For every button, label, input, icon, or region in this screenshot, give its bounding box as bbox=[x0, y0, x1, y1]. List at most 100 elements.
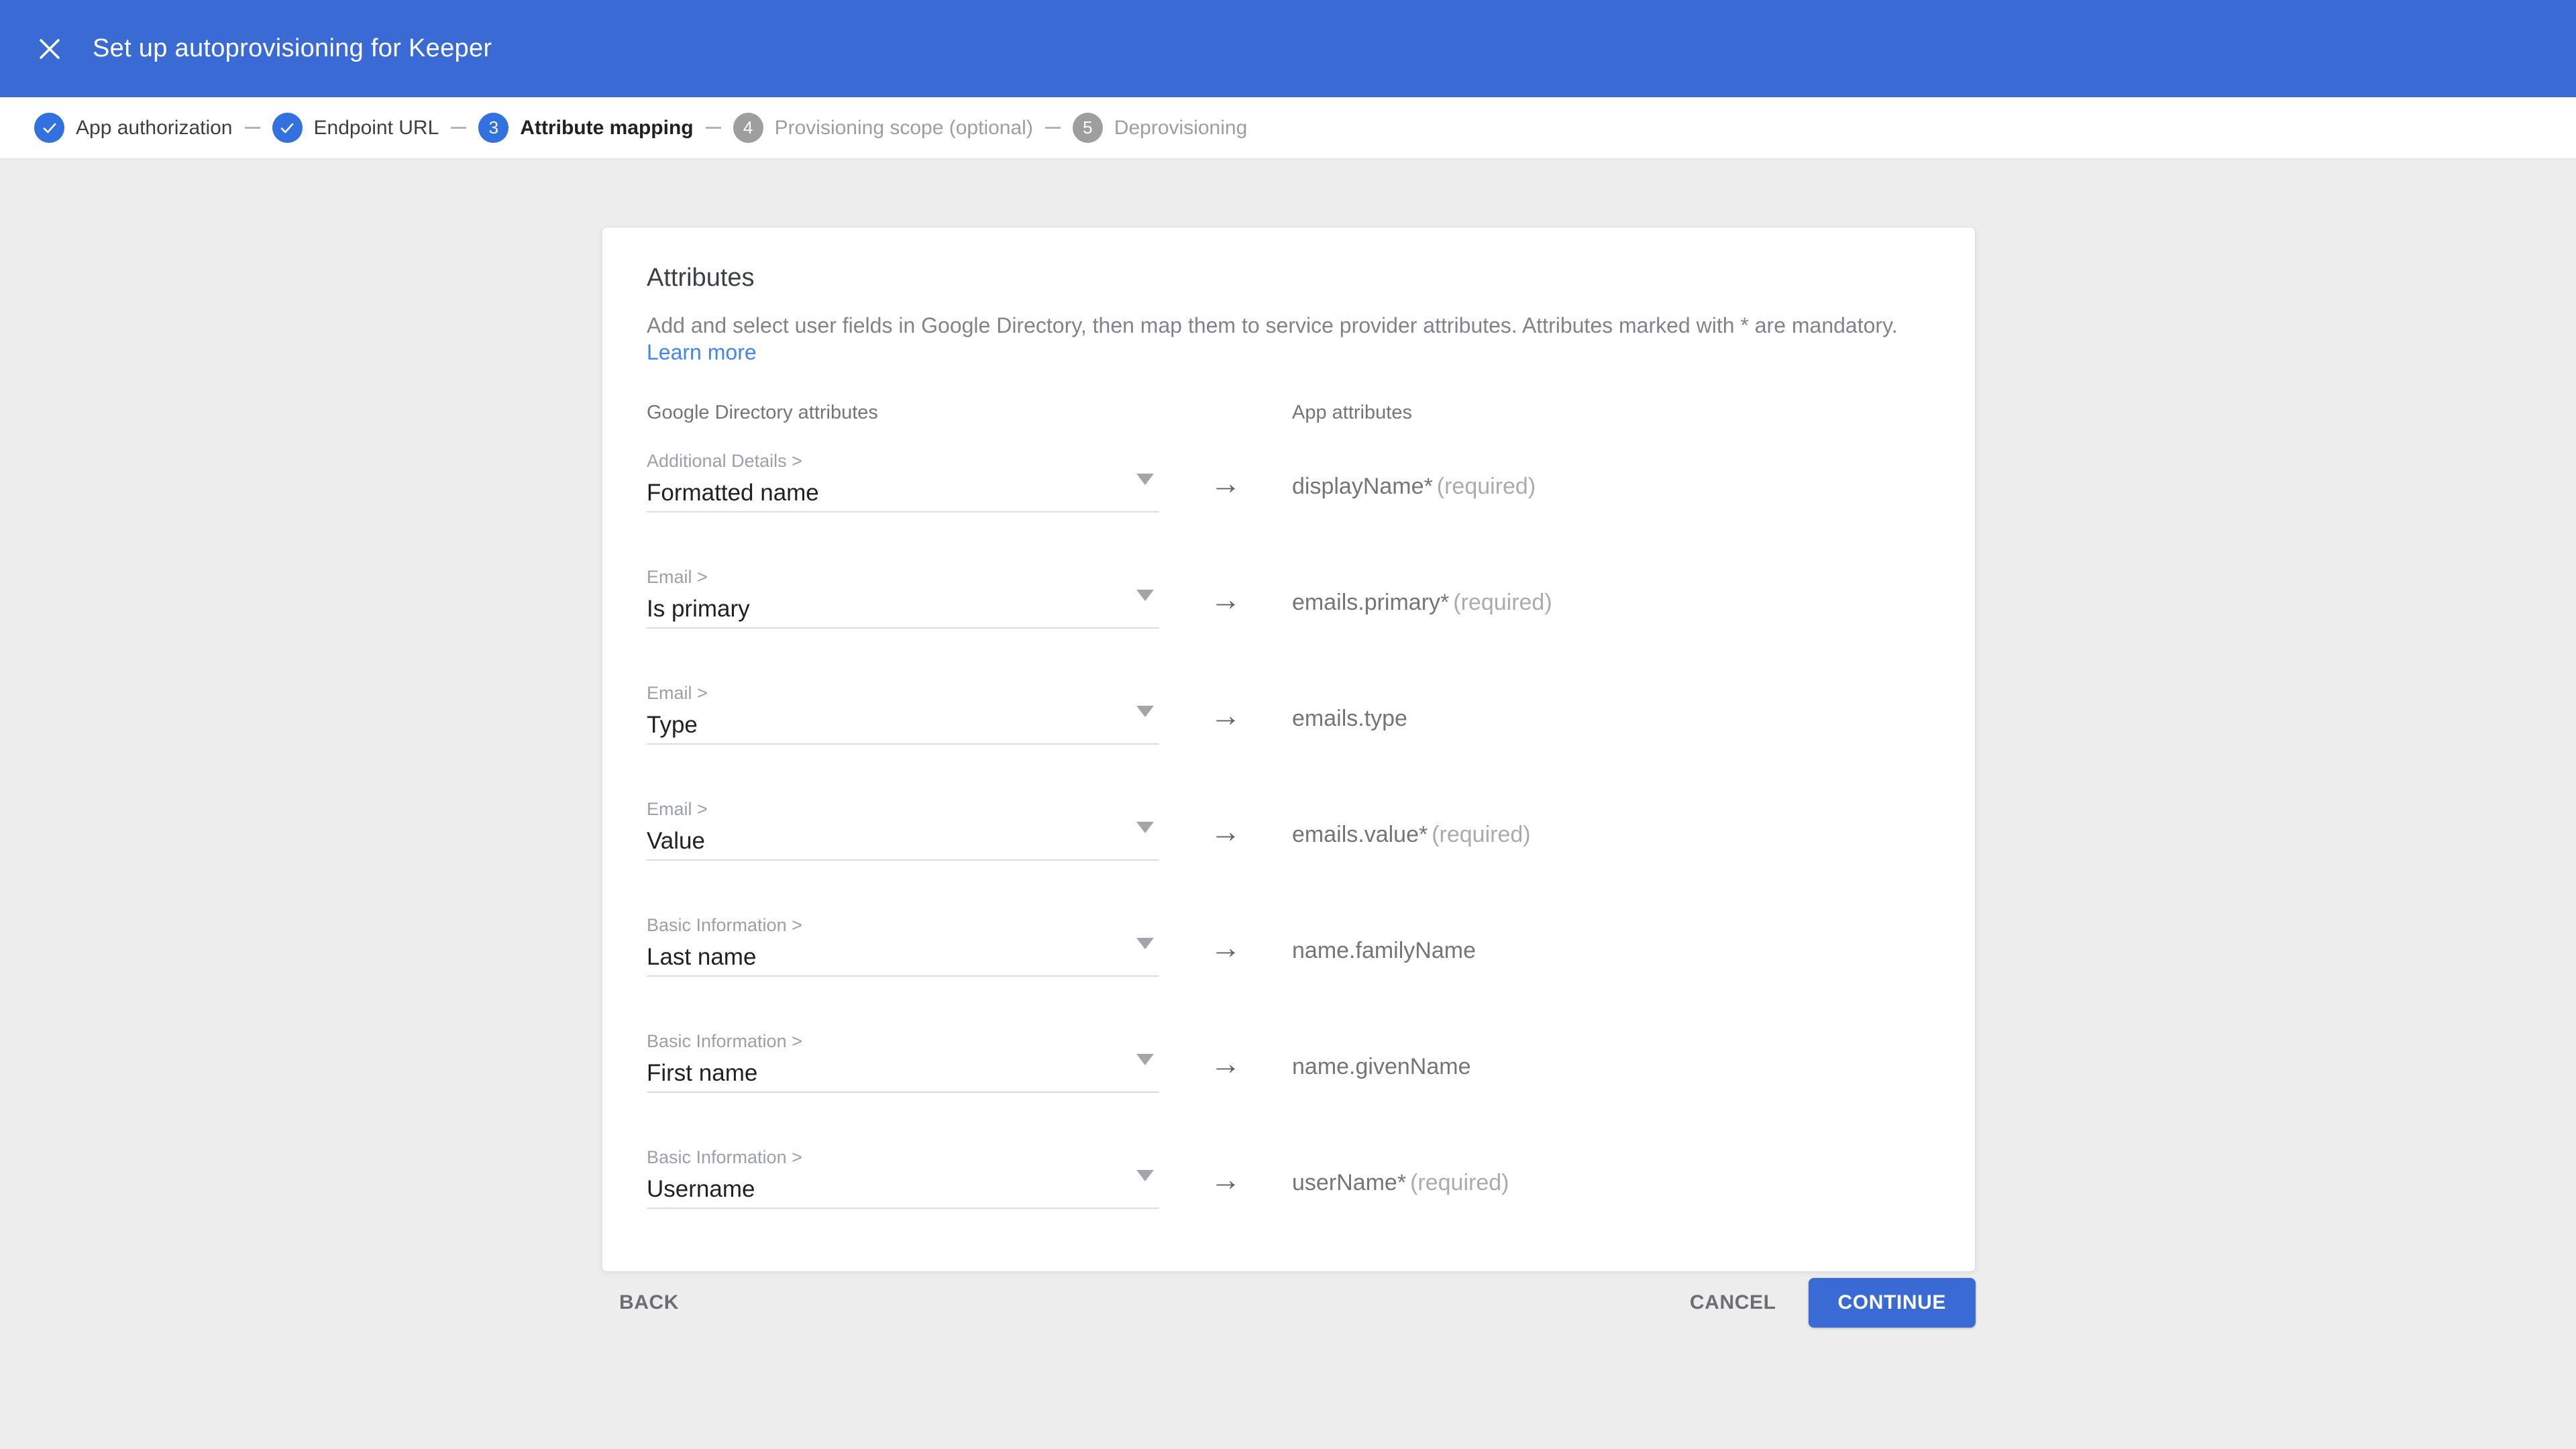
app-attribute-name: name.givenName bbox=[1292, 1054, 1470, 1079]
arrow-right-icon: → bbox=[1210, 814, 1241, 849]
step-connector bbox=[706, 127, 721, 129]
app-attribute: name.givenName bbox=[1292, 1030, 1931, 1146]
google-directory-field-dropdown[interactable]: Additional Details > Formatted name bbox=[647, 449, 1159, 566]
field-selected-value: Is primary bbox=[647, 595, 1159, 623]
continue-button[interactable]: CONTINUE bbox=[1809, 1278, 1976, 1328]
app-attribute-name: displayName* bbox=[1292, 474, 1433, 499]
google-directory-field-dropdown[interactable]: Basic Information > Last name bbox=[647, 914, 1159, 1030]
google-directory-field-dropdown[interactable]: Email > Is primary bbox=[647, 566, 1159, 682]
stepper-step[interactable]: Endpoint URL bbox=[272, 113, 439, 143]
app-attribute-required-note: (required) bbox=[1453, 590, 1552, 615]
chevron-down-icon bbox=[1136, 938, 1154, 949]
field-underline bbox=[647, 511, 1159, 513]
app-attribute-name: emails.primary* bbox=[1292, 590, 1449, 615]
chevron-down-icon bbox=[1136, 590, 1154, 601]
attribute-mapping-row: Additional Details > Formatted name → di… bbox=[647, 449, 1931, 566]
field-selected-value: Formatted name bbox=[647, 479, 1159, 507]
step-circle: 4 bbox=[733, 113, 763, 143]
app-attribute-name: name.familyName bbox=[1292, 938, 1476, 963]
attribute-mapping-row: Email > Type → emails.type bbox=[647, 682, 1931, 798]
arrow-right-icon: → bbox=[1210, 1162, 1241, 1197]
chevron-down-icon bbox=[1136, 1170, 1154, 1181]
field-category-label: Basic Information > bbox=[647, 914, 1159, 936]
card-description-text: Add and select user fields in Google Dir… bbox=[647, 313, 1898, 337]
google-directory-field-dropdown[interactable]: Email > Value bbox=[647, 798, 1159, 914]
app-attributes-column-header: App attributes bbox=[1292, 400, 1931, 425]
field-category-label: Basic Information > bbox=[647, 1146, 1159, 1169]
field-selected-value: First name bbox=[647, 1059, 1159, 1087]
step-label: App authorization bbox=[76, 117, 233, 140]
check-icon bbox=[41, 119, 58, 137]
step-circle: 3 bbox=[478, 113, 508, 143]
app-attribute-required-note: (required) bbox=[1437, 474, 1536, 499]
wizard-footer: BACK CANCEL CONTINUE bbox=[602, 1269, 1976, 1336]
app-attribute: emails.primary*(required) bbox=[1292, 566, 1931, 682]
app-attribute-required-note: (required) bbox=[1410, 1170, 1509, 1195]
card-title: Attributes bbox=[647, 262, 1931, 293]
stepper-step[interactable]: 5 Deprovisioning bbox=[1073, 113, 1247, 143]
mapping-arrow-cell: → bbox=[1159, 914, 1292, 1030]
step-label: Deprovisioning bbox=[1114, 117, 1247, 140]
step-check-circle bbox=[34, 113, 64, 143]
mapping-arrow-cell: → bbox=[1159, 1030, 1292, 1146]
step-circle: 5 bbox=[1073, 113, 1103, 143]
close-icon bbox=[38, 37, 62, 61]
app-attribute: userName*(required) bbox=[1292, 1146, 1931, 1262]
chevron-down-icon bbox=[1136, 474, 1154, 485]
cancel-button[interactable]: CANCEL bbox=[1672, 1279, 1794, 1326]
google-directory-field-dropdown[interactable]: Basic Information > Username bbox=[647, 1146, 1159, 1262]
step-connector bbox=[1045, 127, 1061, 129]
mapping-arrow-cell: → bbox=[1159, 566, 1292, 682]
step-label: Attribute mapping bbox=[520, 117, 693, 140]
field-selected-value: Value bbox=[647, 827, 1159, 855]
field-selected-value: Username bbox=[647, 1175, 1159, 1203]
field-category-label: Additional Details > bbox=[647, 449, 1159, 472]
arrow-right-icon: → bbox=[1210, 582, 1241, 616]
field-selected-value: Type bbox=[647, 711, 1159, 739]
chevron-down-icon bbox=[1136, 706, 1154, 717]
mapping-arrow-cell: → bbox=[1159, 449, 1292, 566]
app-attribute-name: emails.value* bbox=[1292, 822, 1428, 847]
field-category-label: Email > bbox=[647, 682, 1159, 704]
field-category-label: Email > bbox=[647, 566, 1159, 588]
attributes-card: Attributes Add and select user fields in… bbox=[602, 227, 1976, 1272]
app-attribute-name: userName* bbox=[1292, 1170, 1406, 1195]
google-directory-field-dropdown[interactable]: Email > Type bbox=[647, 682, 1159, 798]
dialog-title: Set up autoprovisioning for Keeper bbox=[93, 34, 492, 63]
field-underline bbox=[647, 1208, 1159, 1209]
step-check-circle bbox=[272, 113, 303, 143]
google-directory-column-header: Google Directory attributes bbox=[647, 400, 1159, 425]
field-category-label: Basic Information > bbox=[647, 1030, 1159, 1053]
dialog-header: Set up autoprovisioning for Keeper bbox=[0, 0, 2576, 97]
learn-more-link[interactable]: Learn more bbox=[647, 340, 757, 364]
chevron-down-icon bbox=[1136, 822, 1154, 833]
step-connector bbox=[245, 127, 260, 129]
column-headers: Google Directory attributes App attribut… bbox=[647, 400, 1931, 425]
app-attribute-name: emails.type bbox=[1292, 706, 1407, 731]
app-attribute: name.familyName bbox=[1292, 914, 1931, 1030]
arrow-right-icon: → bbox=[1210, 698, 1241, 733]
stepper-step[interactable]: 3 Attribute mapping bbox=[478, 113, 693, 143]
attribute-mapping-row: Basic Information > Last name → name.fam… bbox=[647, 914, 1931, 1030]
stepper: App authorization Endpoint URL 3 Attribu… bbox=[0, 97, 2576, 160]
google-directory-field-dropdown[interactable]: Basic Information > First name bbox=[647, 1030, 1159, 1146]
step-label: Endpoint URL bbox=[314, 117, 439, 140]
stepper-step[interactable]: App authorization bbox=[34, 113, 233, 143]
attribute-mapping-row: Basic Information > First name → name.gi… bbox=[647, 1030, 1931, 1146]
mapping-arrow-cell: → bbox=[1159, 682, 1292, 798]
footer-right-group: CANCEL CONTINUE bbox=[1672, 1278, 1976, 1328]
mapping-arrow-cell: → bbox=[1159, 1146, 1292, 1262]
close-button[interactable] bbox=[31, 30, 68, 68]
column-spacer bbox=[1159, 400, 1292, 425]
arrow-right-icon: → bbox=[1210, 1046, 1241, 1081]
arrow-right-icon: → bbox=[1210, 930, 1241, 965]
field-underline bbox=[647, 627, 1159, 629]
step-connector bbox=[451, 127, 466, 129]
field-selected-value: Last name bbox=[647, 943, 1159, 971]
back-button[interactable]: BACK bbox=[602, 1279, 696, 1326]
stepper-step[interactable]: 4 Provisioning scope (optional) bbox=[733, 113, 1033, 143]
card-description: Add and select user fields in Google Dir… bbox=[647, 312, 1931, 366]
app-attribute: emails.type bbox=[1292, 682, 1931, 798]
app-attribute: emails.value*(required) bbox=[1292, 798, 1931, 914]
field-underline bbox=[647, 1091, 1159, 1093]
